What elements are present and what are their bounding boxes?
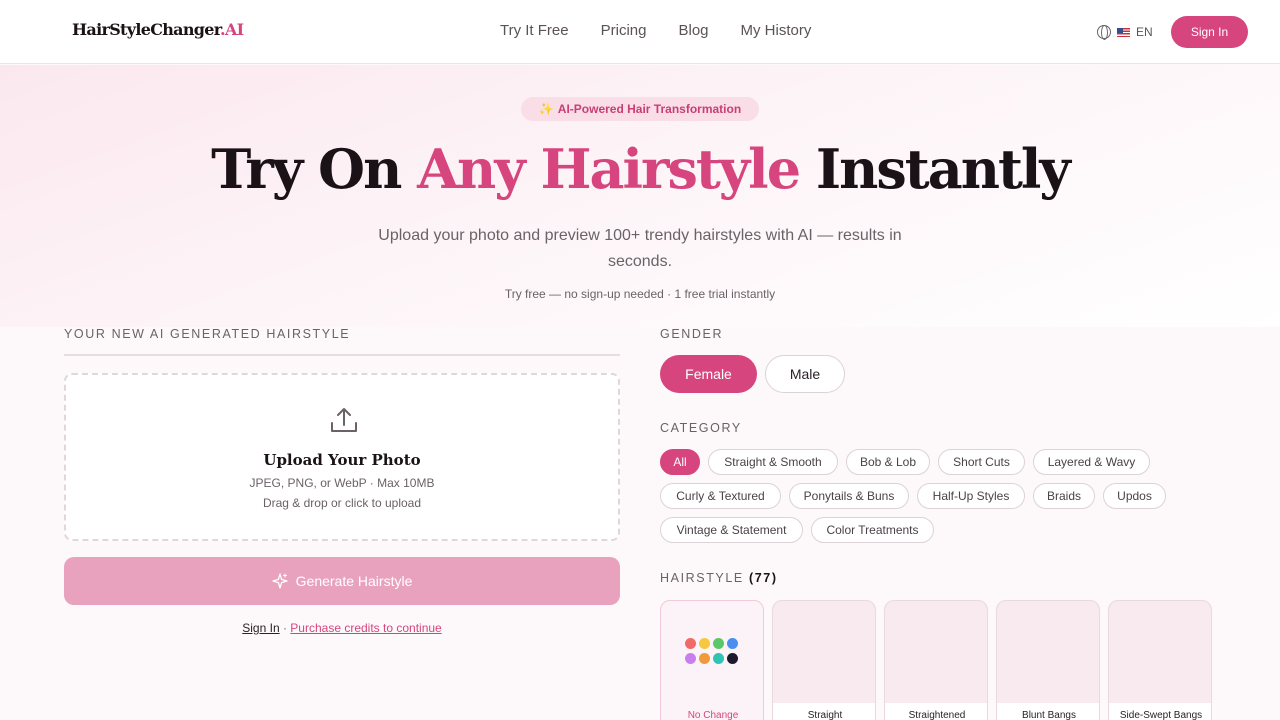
logo[interactable]: HairStyleChanger.AI bbox=[72, 20, 244, 39]
nav-link-pricing[interactable]: Pricing bbox=[601, 22, 647, 39]
sparkle-icon bbox=[271, 573, 288, 589]
palette-dot bbox=[727, 638, 738, 649]
category-label: CATEGORY bbox=[660, 421, 742, 435]
category-chip-all[interactable]: All bbox=[660, 449, 700, 475]
category-chip-color-treatments[interactable]: Color Treatments bbox=[811, 517, 934, 543]
category-chip-curly-textured[interactable]: Curly & Textured bbox=[660, 483, 781, 509]
hairstyle-card-label: Blunt Bangs bbox=[997, 703, 1099, 720]
hairstyle-label-text: HAIRSTYLE bbox=[660, 571, 744, 585]
hero-title-pre: Try On bbox=[211, 137, 418, 201]
globe-icon bbox=[1097, 25, 1111, 40]
palette-dot bbox=[727, 653, 738, 664]
sign-in-button[interactable]: Sign In bbox=[1171, 16, 1248, 48]
language-switcher[interactable]: EN bbox=[1097, 25, 1153, 40]
gender-male-button[interactable]: Male bbox=[765, 355, 845, 393]
hairstyle-card-side-swept-bangs[interactable]: Side-Swept Bangs bbox=[1108, 600, 1212, 720]
palette-dot bbox=[699, 653, 710, 664]
generate-hairstyle-label: Generate Hairstyle bbox=[295, 573, 413, 589]
hairstyle-label: HAIRSTYLE (77) bbox=[660, 571, 778, 585]
palette-dot bbox=[699, 638, 710, 649]
gender-female-button[interactable]: Female bbox=[660, 355, 757, 393]
nav-link-try-it-free[interactable]: Try It Free bbox=[500, 22, 569, 39]
palette-dot bbox=[713, 638, 724, 649]
category-chip-straight-smooth[interactable]: Straight & Smooth bbox=[708, 449, 838, 475]
hero-badge: ✨ AI-Powered Hair Transformation bbox=[521, 97, 759, 121]
hairstyle-count: (77) bbox=[748, 571, 778, 585]
logo-ai: .AI bbox=[220, 20, 244, 39]
category-chip-bob-lob[interactable]: Bob & Lob bbox=[846, 449, 930, 475]
category-chip-ponytails-buns[interactable]: Ponytails & Buns bbox=[789, 483, 909, 509]
upload-icon bbox=[331, 408, 357, 432]
palette-dot bbox=[685, 653, 696, 664]
gender-label: GENDER bbox=[660, 327, 724, 341]
upload-hint: Drag & drop or click to upload bbox=[262, 496, 422, 510]
category-chip-updos[interactable]: Updos bbox=[1103, 483, 1166, 509]
hairstyle-card-label: No Change bbox=[687, 710, 739, 720]
palette-dot bbox=[685, 638, 696, 649]
hairstyle-card-straightened[interactable]: Straightened bbox=[884, 600, 988, 720]
us-flag-icon bbox=[1117, 27, 1130, 37]
hero-title-accent: Any Hairstyle bbox=[417, 137, 801, 201]
purchase-credits-link[interactable]: Purchase credits to continue bbox=[290, 621, 441, 635]
palette-dot bbox=[713, 653, 724, 664]
generate-hairstyle-button[interactable]: Generate Hairstyle bbox=[64, 557, 620, 605]
hairstyle-card-blunt-bangs[interactable]: Blunt Bangs bbox=[996, 600, 1100, 720]
category-chip-half-up-styles[interactable]: Half-Up Styles bbox=[917, 483, 1025, 509]
result-divider bbox=[64, 354, 620, 356]
category-chip-vintage-statement[interactable]: Vintage & Statement bbox=[660, 517, 803, 543]
top-navbar: HairStyleChanger.AI Try It Free Pricing … bbox=[0, 0, 1280, 64]
logo-main: HairStyleChanger bbox=[72, 20, 221, 39]
sign-in-link[interactable]: Sign In bbox=[242, 621, 279, 635]
hero-subtitle: Upload your photo and preview 100+ trend… bbox=[378, 227, 902, 270]
hero-section: ✨ AI-Powered Hair Transformation Try On … bbox=[0, 65, 1280, 327]
hero-title-post: Instantly bbox=[799, 137, 1071, 201]
hairstyle-card-label: Straightened bbox=[885, 703, 987, 720]
language-code: EN bbox=[1136, 25, 1153, 39]
link-separator: · bbox=[279, 621, 291, 635]
nav-link-blog[interactable]: Blog bbox=[678, 22, 708, 39]
upload-formats: JPEG, PNG, or WebP · Max 10MB bbox=[249, 476, 435, 490]
result-section-label: YOUR NEW AI GENERATED HAIRSTYLE bbox=[64, 327, 351, 341]
hairstyle-card-label: Side-Swept Bangs bbox=[1109, 703, 1211, 720]
hairstyle-card-no-change[interactable]: No Change bbox=[660, 600, 764, 720]
category-chip-layered-wavy[interactable]: Layered & Wavy bbox=[1033, 449, 1150, 475]
hero-title: Try On Any Hairstyle Instantly bbox=[0, 137, 1280, 201]
hairstyle-card-label: Straight bbox=[773, 703, 875, 720]
account-links: Sign In · Purchase credits to continue bbox=[0, 621, 684, 635]
hero-note: Try free — no sign-up needed · 1 free tr… bbox=[504, 287, 776, 301]
category-chip-short-cuts[interactable]: Short Cuts bbox=[938, 449, 1025, 475]
hairstyle-card-straight[interactable]: Straight bbox=[772, 600, 876, 720]
hero-badge-text: AI-Powered Hair Transformation bbox=[557, 102, 742, 116]
category-chip-braids[interactable]: Braids bbox=[1033, 483, 1095, 509]
upload-title: Upload Your Photo bbox=[263, 451, 421, 469]
nav-links: Try It Free Pricing Blog My History bbox=[500, 22, 811, 39]
sparkle-icon: ✨ bbox=[538, 102, 554, 116]
nav-link-my-history[interactable]: My History bbox=[741, 22, 812, 39]
upload-dropzone[interactable]: Upload Your Photo JPEG, PNG, or WebP · M… bbox=[64, 373, 620, 541]
color-palette-icon bbox=[685, 638, 741, 664]
